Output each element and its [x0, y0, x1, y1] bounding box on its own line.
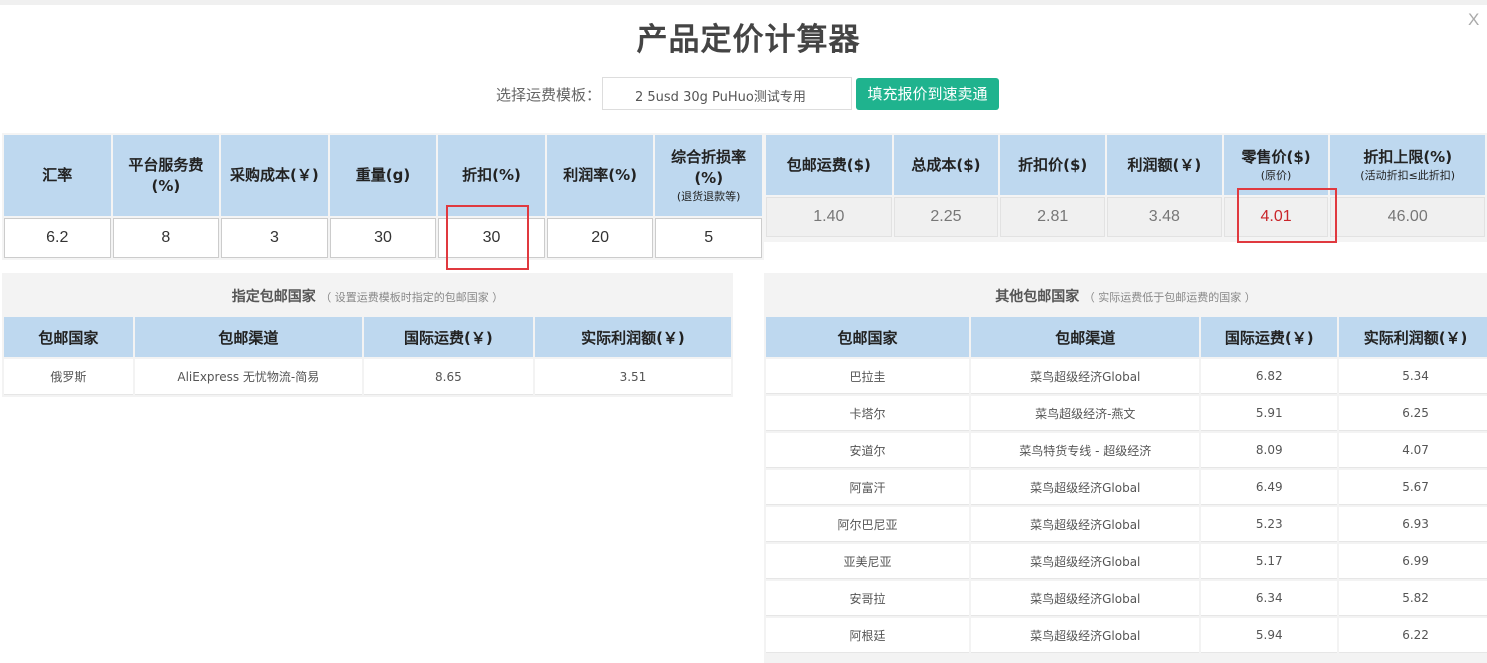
shipping-cell: 8.09 — [1201, 433, 1338, 468]
header-discount-price: 折扣价($) — [1000, 135, 1106, 195]
header-profit-amount: 利润额(￥) — [1107, 135, 1222, 195]
profit-cell: 3.51 — [534, 359, 731, 395]
shipping-cell: 8.65 — [363, 359, 533, 395]
profit-cell: 5.67 — [1339, 470, 1487, 505]
col-intl-shipping: 国际运费(￥) — [363, 317, 533, 357]
template-label: 选择运费模板： — [496, 86, 602, 104]
header-loss-rate: 综合折损率(%) (退货退款等) — [655, 135, 762, 216]
channel-cell: AliExpress 无忧物流-简易 — [134, 359, 362, 395]
channel-cell: 菜鸟超级经济Global — [971, 470, 1200, 505]
table-row: 巴拉圭 菜鸟超级经济Global 6.82 5.34 — [766, 359, 1487, 394]
table-row: 安道尔 菜鸟特货专线 - 超级经济 8.09 4.07 — [766, 433, 1487, 468]
discount-price-value: 2.81 — [1000, 197, 1106, 237]
shipping-cell: 6.82 — [1201, 359, 1338, 394]
channel-cell: 菜鸟特货专线 - 超级经济 — [971, 433, 1200, 468]
purchase-cost-input[interactable]: 3 — [221, 218, 328, 258]
page-title: 产品定价计算器 — [636, 22, 861, 58]
profit-cell: 6.93 — [1339, 507, 1487, 542]
country-cell: 安哥拉 — [766, 581, 970, 616]
header-weight: 重量(g) — [329, 135, 437, 216]
header-profit-rate: 利润率(%) — [546, 135, 654, 216]
header-discount: 折扣(%) — [438, 135, 545, 216]
channel-cell: 菜鸟超级经济Global — [971, 359, 1200, 394]
other-countries-table: 包邮国家 包邮渠道 国际运费(￥) 实际利润额(￥) 巴拉圭 菜鸟超级经济Glo… — [764, 315, 1487, 655]
channel-cell: 菜鸟超级经济Global — [971, 544, 1200, 579]
exchange-rate-input[interactable]: 6.2 — [4, 218, 111, 258]
shipping-cell: 5.91 — [1201, 396, 1338, 431]
col-country: 包邮国家 — [4, 317, 133, 357]
country-cell: 巴拉圭 — [766, 359, 970, 394]
designated-countries-table: 包邮国家 包邮渠道 国际运费(￥) 实际利润额(￥) 俄罗斯 AliExpres… — [2, 315, 733, 397]
header-discount-limit: 折扣上限(%) (活动折扣≤此折扣) — [1330, 135, 1485, 195]
table-row: 安哥拉 菜鸟超级经济Global 6.34 5.82 — [766, 581, 1487, 616]
country-cell: 阿富汗 — [766, 470, 970, 505]
profit-cell: 6.25 — [1339, 396, 1487, 431]
col-intl-shipping: 国际运费(￥) — [1201, 317, 1338, 357]
shipping-cell: 5.94 — [1201, 618, 1338, 653]
profit-cell: 4.07 — [1339, 433, 1487, 468]
table-row: 亚美尼亚 菜鸟超级经济Global 5.17 6.99 — [766, 544, 1487, 579]
total-cost-value: 2.25 — [893, 197, 999, 237]
header-retail-price: 零售价($) (原价) — [1223, 135, 1329, 195]
weight-input[interactable]: 30 — [329, 218, 437, 258]
shipping-cell: 6.34 — [1201, 581, 1338, 616]
channel-cell: 菜鸟超级经济Global — [971, 618, 1200, 653]
profit-cell: 6.22 — [1339, 618, 1487, 653]
input-params-panel: 汇率 平台服务费(%) 采购成本(￥) 重量(g) 折扣(%) 利润率(%) 综… — [2, 133, 764, 260]
fill-quote-button[interactable]: 填充报价到速卖通 — [856, 78, 999, 110]
country-cell: 俄罗斯 — [4, 359, 133, 395]
input-params-table: 汇率 平台服务费(%) 采购成本(￥) 重量(g) 折扣(%) 利润率(%) 综… — [2, 133, 764, 260]
table-row: 阿富汗 菜鸟超级经济Global 6.49 5.67 — [766, 470, 1487, 505]
profit-cell: 5.82 — [1339, 581, 1487, 616]
shipping-fee-value: 1.40 — [766, 197, 892, 237]
col-channel: 包邮渠道 — [971, 317, 1200, 357]
country-cell: 阿根廷 — [766, 618, 970, 653]
top-strip — [0, 0, 1487, 5]
profit-rate-input[interactable]: 20 — [546, 218, 654, 258]
col-actual-profit: 实际利润额(￥) — [1339, 317, 1487, 357]
profit-amount-value: 3.48 — [1107, 197, 1222, 237]
discount-limit-value: 46.00 — [1330, 197, 1485, 237]
template-select[interactable]: 2 5usd 30g PuHuo测试专用 — [602, 77, 852, 110]
header-exchange-rate: 汇率 — [4, 135, 111, 216]
table-row: 阿根廷 菜鸟超级经济Global 5.94 6.22 — [766, 618, 1487, 653]
profit-cell: 6.99 — [1339, 544, 1487, 579]
channel-cell: 菜鸟超级经济-燕文 — [971, 396, 1200, 431]
channel-cell: 菜鸟超级经济Global — [971, 581, 1200, 616]
country-cell: 亚美尼亚 — [766, 544, 970, 579]
profit-cell: 5.34 — [1339, 359, 1487, 394]
country-cell: 安道尔 — [766, 433, 970, 468]
retail-price-highlight-box — [1237, 188, 1337, 243]
header-platform-fee: 平台服务费(%) — [112, 135, 220, 216]
header-purchase-cost: 采购成本(￥) — [221, 135, 328, 216]
table-row: 俄罗斯 AliExpress 无忧物流-简易 8.65 3.51 — [4, 359, 731, 395]
shipping-cell: 5.17 — [1201, 544, 1338, 579]
discount-highlight-box — [446, 205, 529, 270]
table-row: 卡塔尔 菜鸟超级经济-燕文 5.91 6.25 — [766, 396, 1487, 431]
country-cell: 卡塔尔 — [766, 396, 970, 431]
col-country: 包邮国家 — [766, 317, 970, 357]
col-actual-profit: 实际利润额(￥) — [534, 317, 731, 357]
header-shipping-fee: 包邮运费($) — [766, 135, 892, 195]
country-cell: 阿尔巴尼亚 — [766, 507, 970, 542]
platform-fee-input[interactable]: 8 — [112, 218, 220, 258]
loss-rate-input[interactable]: 5 — [655, 218, 762, 258]
shipping-cell: 6.49 — [1201, 470, 1338, 505]
other-countries-section: 其他包邮国家 （ 实际运费低于包邮运费的国家 ） 包邮国家 包邮渠道 国际运费(… — [764, 273, 1487, 663]
channel-cell: 菜鸟超级经济Global — [971, 507, 1200, 542]
table-row: 阿尔巴尼亚 菜鸟超级经济Global 5.23 6.93 — [766, 507, 1487, 542]
results-panel: 包邮运费($) 总成本($) 折扣价($) 利润额(￥) 零售价($) (原价) … — [764, 133, 1487, 242]
header-total-cost: 总成本($) — [893, 135, 999, 195]
results-table: 包邮运费($) 总成本($) 折扣价($) 利润额(￥) 零售价($) (原价) … — [764, 133, 1487, 239]
designated-countries-section: 指定包邮国家 （ 设置运费模板时指定的包邮国家 ） 包邮国家 包邮渠道 国际运费… — [2, 273, 733, 397]
col-channel: 包邮渠道 — [134, 317, 362, 357]
shipping-cell: 5.23 — [1201, 507, 1338, 542]
